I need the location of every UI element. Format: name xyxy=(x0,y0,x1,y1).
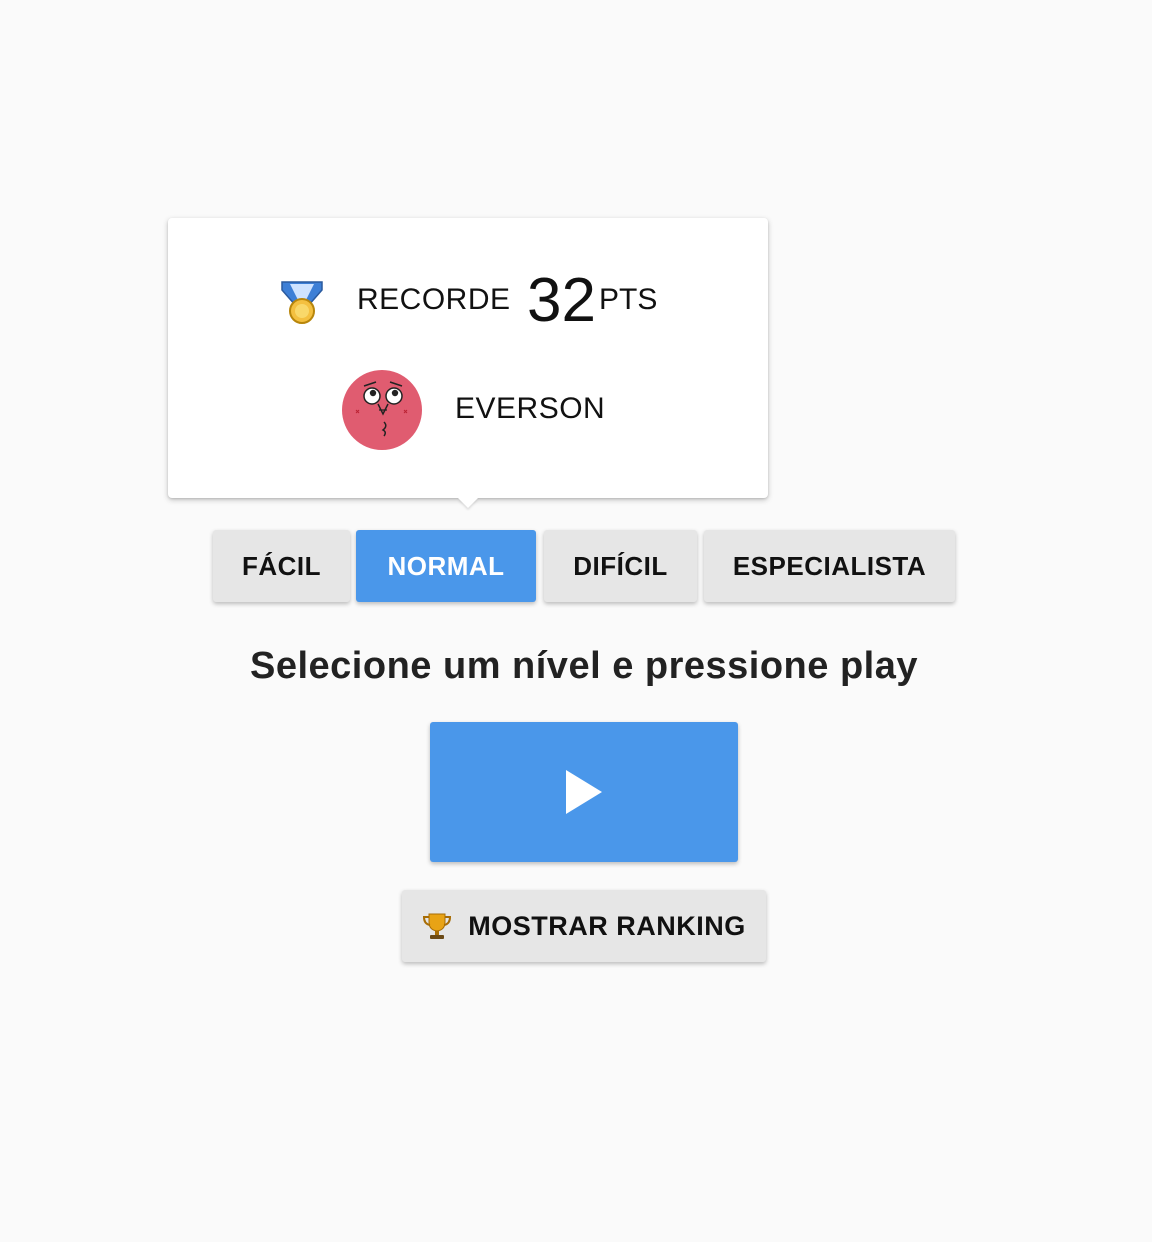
play-button[interactable] xyxy=(430,722,738,862)
record-score-unit: PTS xyxy=(599,283,658,316)
level-button-especialista[interactable]: ESPECIALISTA xyxy=(704,530,955,602)
show-ranking-label: MOSTRAR RANKING xyxy=(468,910,746,941)
avatar xyxy=(342,370,422,450)
show-ranking-button[interactable]: MOSTRAR RANKING xyxy=(402,890,766,962)
avatar-face-icon xyxy=(355,381,408,437)
record-card: RECORDE 32 PTS EVERSON xyxy=(168,218,768,508)
record-player-name: EVERSON xyxy=(455,392,606,425)
medal-icon xyxy=(281,281,323,324)
level-button-facil[interactable]: FÁCIL xyxy=(213,530,350,602)
level-button-dificil[interactable]: DIFÍCIL xyxy=(544,530,697,602)
play-icon xyxy=(566,770,602,814)
record-score: 32 xyxy=(527,266,596,335)
record-label: RECORDE xyxy=(357,283,511,316)
card-pointer xyxy=(458,498,478,508)
game-menu: RECORDE 32 PTS EVERSON FÁCIL NORMAL DIFÍ… xyxy=(0,0,1152,1242)
trophy-icon xyxy=(423,913,452,939)
level-button-normal[interactable]: NORMAL xyxy=(356,530,536,602)
instruction-text: Selecione um nível e pressione play xyxy=(250,645,918,687)
